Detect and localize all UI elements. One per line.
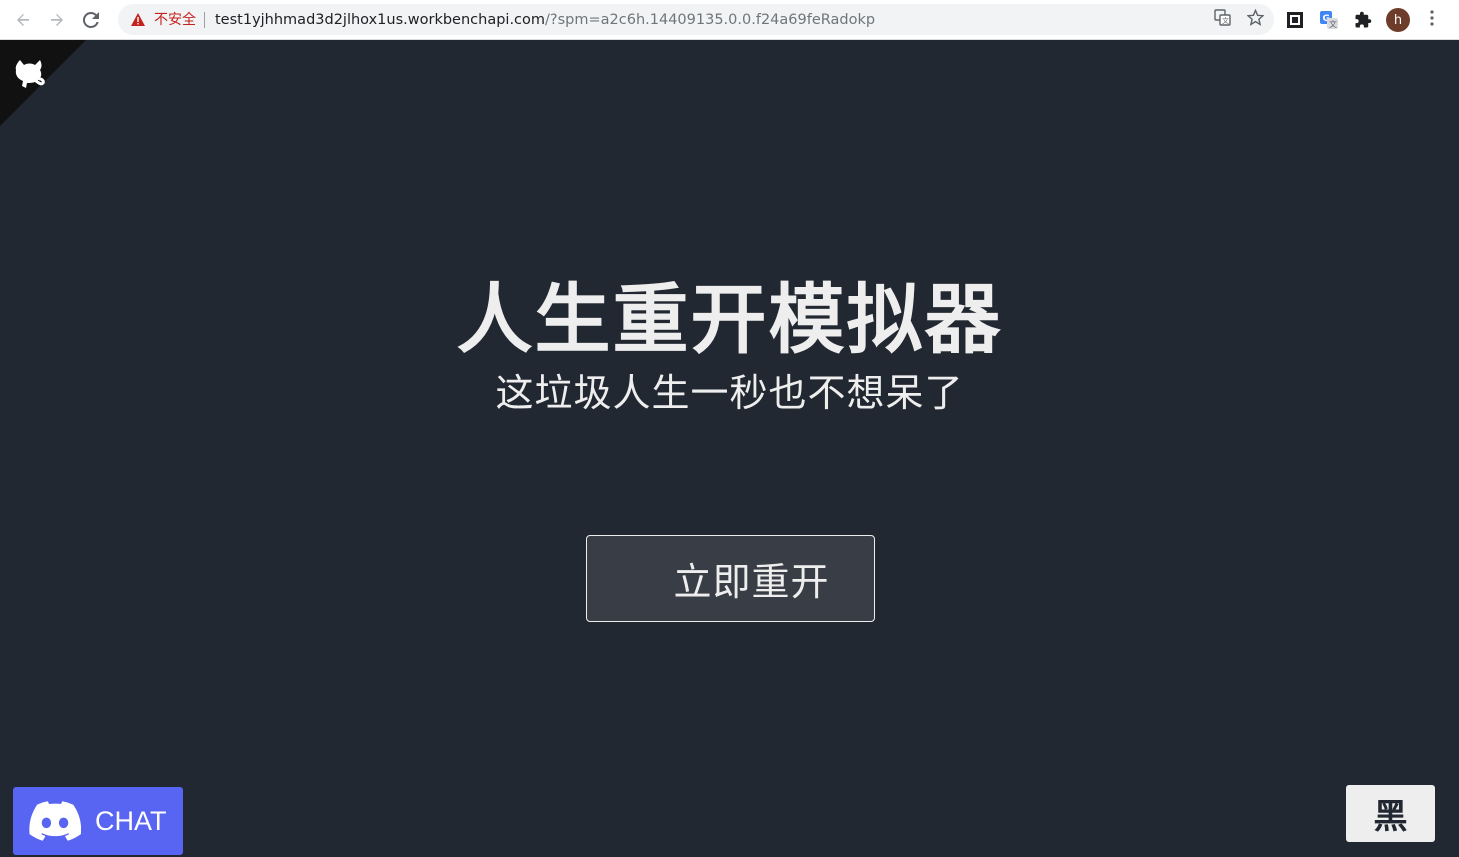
- discord-chat-button[interactable]: CHAT: [13, 787, 183, 855]
- back-arrow-icon[interactable]: [6, 3, 40, 37]
- profile-avatar[interactable]: h: [1386, 8, 1410, 32]
- game-page: 人生重开模拟器 这垃圾人生一秒也不想呆了 立即重开 CHAT 黑: [0, 40, 1459, 857]
- discord-icon: [29, 801, 81, 841]
- page-title: 人生重开模拟器: [456, 275, 1003, 364]
- warning-triangle-icon: [130, 12, 146, 28]
- omnibox-actions: 文: [1214, 4, 1265, 35]
- github-octocat-icon[interactable]: [10, 54, 48, 90]
- forward-arrow-icon[interactable]: [40, 3, 74, 37]
- theme-toggle-button[interactable]: 黑: [1346, 785, 1435, 842]
- chat-label: CHAT: [95, 805, 167, 836]
- url-host: test1yjhhmad3d2jlhox1us.workbenchapi.com: [215, 11, 546, 28]
- puzzle-extensions-icon[interactable]: [1352, 9, 1374, 31]
- google-translate-extension-icon[interactable]: G文: [1318, 9, 1340, 31]
- restart-button[interactable]: 立即重开: [586, 535, 875, 622]
- more-menu-icon[interactable]: [1422, 9, 1442, 31]
- security-label[interactable]: 不安全: [154, 11, 205, 28]
- screenshot-extension-icon[interactable]: [1284, 9, 1306, 31]
- reload-icon[interactable]: [74, 3, 108, 37]
- browser-toolbar: 不安全 test1yjhhmad3d2jlhox1us.workbenchapi…: [0, 0, 1459, 40]
- page-subtitle: 这垃圾人生一秒也不想呆了: [495, 371, 964, 415]
- bookmark-star-icon[interactable]: [1246, 8, 1265, 30]
- url-path: /?spm=a2c6h.14409135.0.0.f24a69feRadokp: [545, 11, 876, 28]
- translate-icon[interactable]: 文: [1214, 9, 1231, 30]
- address-bar[interactable]: 不安全 test1yjhhmad3d2jlhox1us.workbenchapi…: [118, 4, 1274, 35]
- svg-text:文: 文: [1222, 16, 1229, 25]
- svg-text:文: 文: [1329, 19, 1337, 29]
- url-text[interactable]: test1yjhhmad3d2jlhox1us.workbenchapi.com…: [215, 12, 875, 28]
- extensions-area: G文 h: [1284, 0, 1442, 40]
